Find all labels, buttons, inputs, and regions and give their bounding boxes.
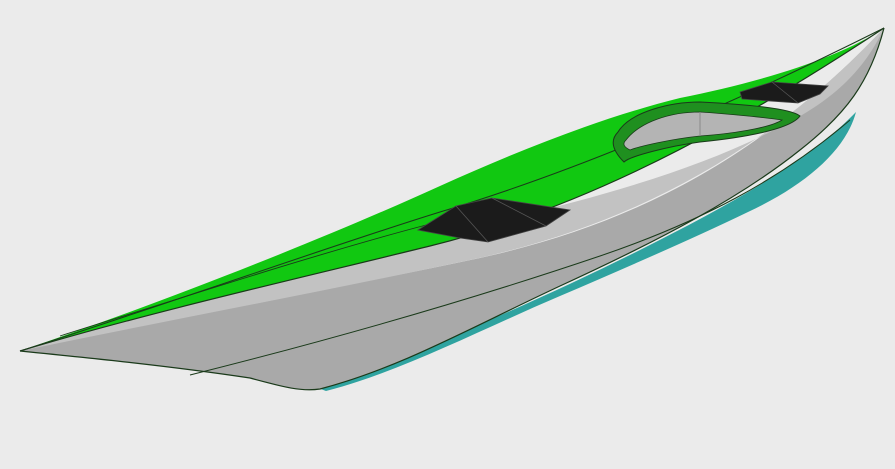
model-viewport[interactable] bbox=[0, 0, 895, 469]
kayak-render bbox=[0, 0, 895, 469]
